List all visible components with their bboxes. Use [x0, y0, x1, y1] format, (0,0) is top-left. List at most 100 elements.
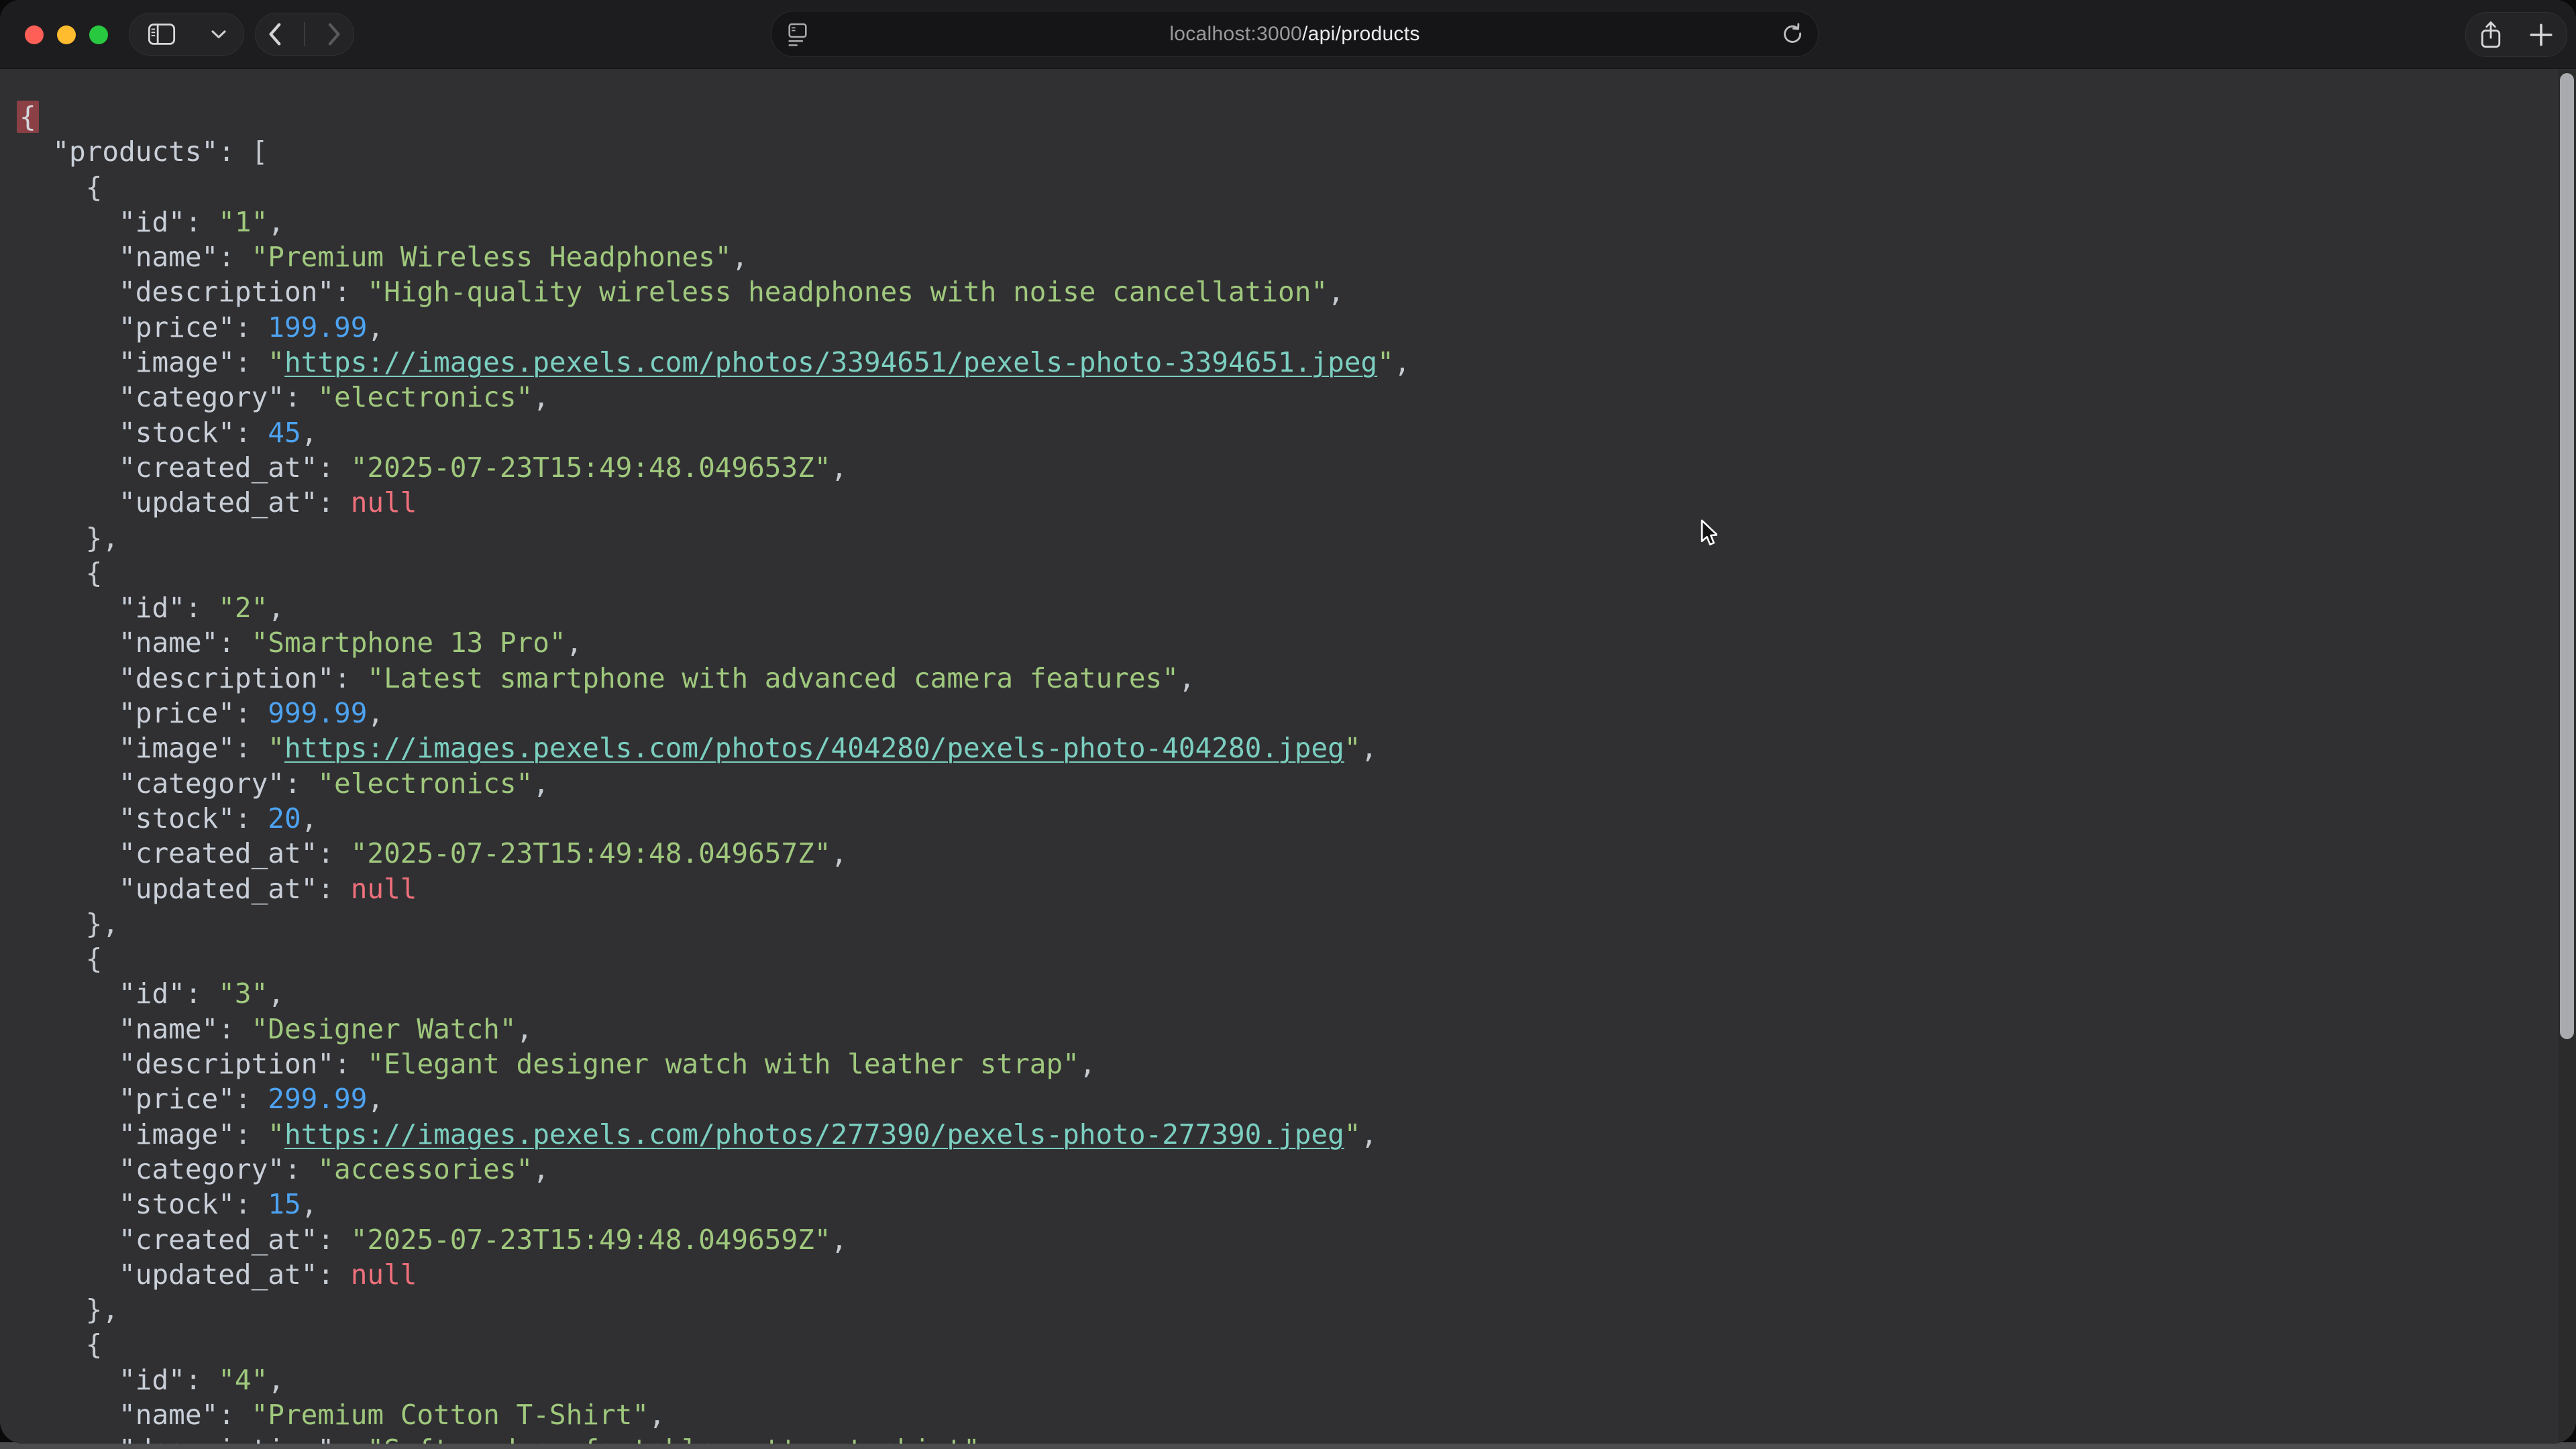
new-tab-plus-icon: [2529, 23, 2553, 47]
json-punctuation: ,: [533, 1153, 549, 1185]
back-button[interactable]: [267, 22, 282, 46]
sidebar-icon: [148, 23, 176, 45]
json-key: "created_at": [119, 451, 317, 484]
json-punctuation: :: [284, 381, 317, 413]
share-icon: [2479, 20, 2502, 50]
mouse-cursor: [1700, 519, 1717, 547]
json-key: "id": [119, 206, 185, 238]
json-punctuation: ,: [517, 1013, 533, 1045]
forward-icon: [327, 22, 342, 46]
address-bar[interactable]: localhost:3000/api/products: [771, 11, 1819, 57]
json-punctuation: : [: [218, 136, 268, 168]
minimize-window-button[interactable]: [57, 25, 76, 44]
json-punctuation: :: [218, 241, 251, 273]
window-controls: [25, 25, 108, 44]
json-key: "id": [119, 977, 185, 1010]
scrollbar-thumb[interactable]: [2560, 73, 2574, 1039]
image-url-link[interactable]: https://images.pexels.com/photos/3394651…: [284, 346, 1377, 378]
json-key: "description": [119, 1048, 334, 1080]
json-null: null: [351, 873, 417, 905]
tab-group-chevron-button[interactable]: [211, 30, 226, 39]
json-punctuation: :: [235, 346, 268, 378]
json-punctuation: ,: [268, 977, 284, 1010]
json-punctuation: :: [235, 311, 268, 343]
json-punctuation: :: [185, 977, 218, 1010]
json-key: "stock": [119, 417, 235, 449]
json-string: "3": [218, 977, 268, 1010]
json-punctuation: ,: [831, 451, 848, 484]
json-key: "price": [119, 311, 235, 343]
json-punctuation: :: [317, 837, 350, 869]
new-tab-button[interactable]: [2529, 23, 2553, 47]
json-punctuation: ,: [649, 1399, 665, 1431]
json-key: "description": [119, 276, 334, 308]
json-punctuation: :: [284, 767, 317, 800]
json-punctuation: :: [235, 1188, 268, 1220]
json-punctuation: ,: [533, 381, 549, 413]
reload-button[interactable]: [1780, 21, 1805, 47]
json-punctuation: :: [317, 451, 350, 484]
json-number: 45: [268, 417, 301, 449]
json-key: "price": [119, 1083, 235, 1115]
json-punctuation: :: [235, 697, 268, 729]
json-key: "category": [119, 381, 284, 413]
json-punctuation: {: [86, 557, 103, 589]
json-punctuation: {: [86, 171, 103, 203]
json-key: "updated_at": [119, 486, 317, 519]
json-punctuation: :: [235, 802, 268, 835]
forward-button[interactable]: [327, 22, 342, 46]
json-punctuation: ,: [1360, 1118, 1377, 1150]
json-punctuation: ,: [566, 627, 583, 659]
json-key: "name": [119, 241, 218, 273]
json-string: "2": [218, 592, 268, 624]
json-punctuation: :: [185, 592, 218, 624]
json-string: "Designer Watch": [252, 1013, 517, 1045]
json-string: "4": [218, 1364, 268, 1396]
json-punctuation: :: [235, 417, 268, 449]
json-punctuation: :: [185, 206, 218, 238]
json-punctuation: {: [86, 943, 103, 975]
json-punctuation: },: [86, 908, 119, 940]
json-punctuation: ,: [1360, 732, 1377, 764]
json-punctuation: ,: [301, 1188, 318, 1220]
image-url-link[interactable]: https://images.pexels.com/photos/277390/…: [284, 1118, 1344, 1150]
json-punctuation: ,: [1079, 1048, 1096, 1080]
json-punctuation: ,: [533, 767, 549, 800]
json-punctuation: :: [218, 627, 251, 659]
json-punctuation: :: [235, 732, 268, 764]
json-string: ": [268, 732, 284, 764]
json-punctuation: :: [317, 1258, 350, 1291]
share-button-group: [2465, 12, 2567, 57]
share-button[interactable]: [2479, 20, 2502, 50]
json-string: ": [1377, 346, 1394, 378]
json-punctuation: ,: [1179, 662, 1195, 694]
json-key: "price": [119, 697, 235, 729]
page-content: { "products": [ { "id": "1", "name": "Pr…: [0, 70, 2576, 1444]
close-window-button[interactable]: [25, 25, 44, 44]
json-string: ": [268, 346, 284, 378]
json-string: "electronics": [317, 381, 533, 413]
url-path: /api/products: [1302, 23, 1420, 45]
json-body: { "products": [ { "id": "1", "name": "Pr…: [0, 70, 2576, 1444]
nav-divider: [304, 22, 305, 46]
json-punctuation: :: [218, 1399, 251, 1431]
navigation-button-group: [255, 13, 354, 56]
json-number: 999.99: [268, 697, 367, 729]
json-punctuation: :: [334, 276, 367, 308]
zoom-window-button[interactable]: [89, 25, 108, 44]
json-punctuation: },: [86, 522, 119, 554]
sidebar-toggle-button[interactable]: [148, 23, 176, 45]
json-key: "stock": [119, 1188, 235, 1220]
page-settings-icon[interactable]: [788, 22, 808, 46]
scrollbar-track[interactable]: [2557, 70, 2576, 1444]
json-string: "Elegant designer watch with leather str…: [367, 1048, 1079, 1080]
json-string: "accessories": [317, 1153, 533, 1185]
json-punctuation: ,: [268, 206, 284, 238]
sidebar-button-group: [129, 13, 244, 56]
url-host: localhost:3000: [1169, 23, 1302, 45]
json-punctuation: ,: [831, 837, 848, 869]
image-url-link[interactable]: https://images.pexels.com/photos/404280/…: [284, 732, 1344, 764]
json-string: "2025-07-23T15:49:48.049653Z": [351, 451, 831, 484]
back-icon: [267, 22, 282, 46]
json-key: "updated_at": [119, 873, 317, 905]
